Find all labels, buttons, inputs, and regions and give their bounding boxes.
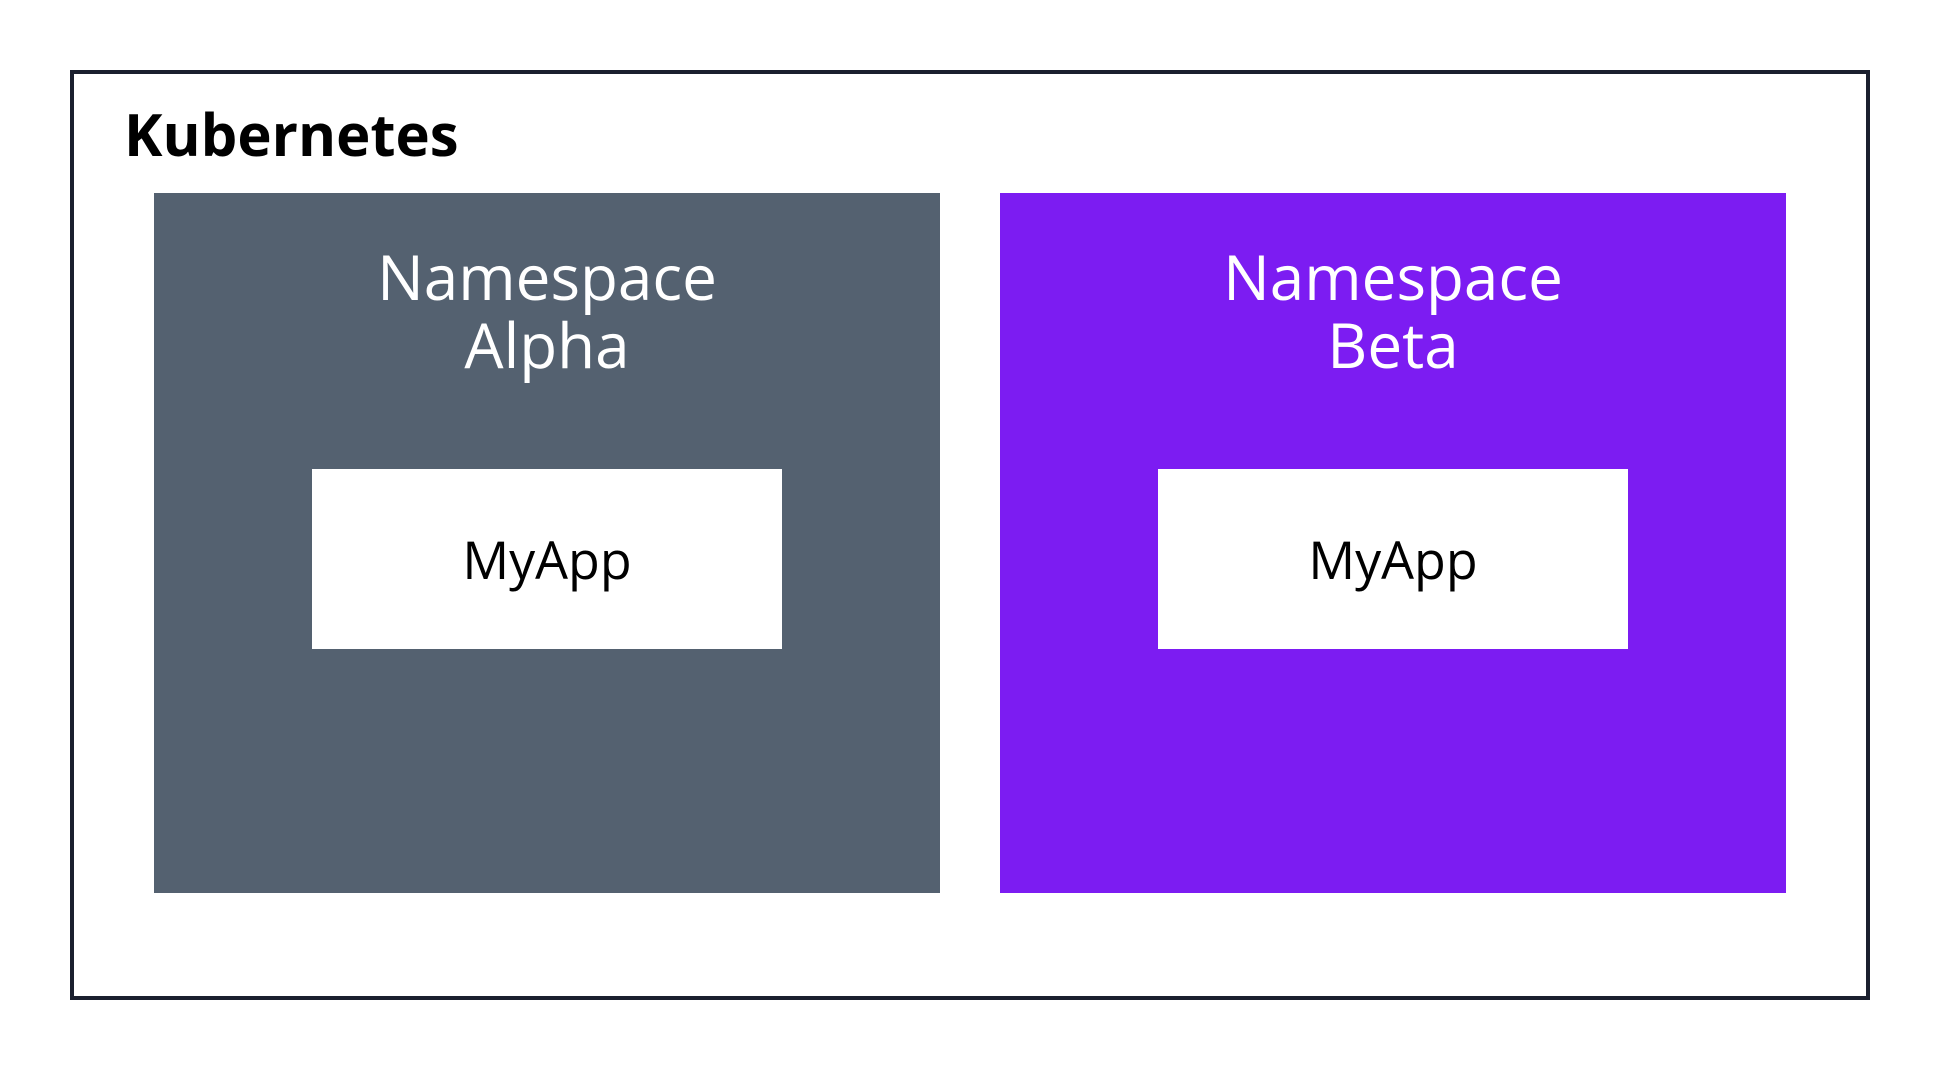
kubernetes-title: Kubernetes: [124, 94, 1826, 173]
namespace-beta-title-line2: Beta: [1327, 303, 1458, 387]
namespace-beta-app-box: MyApp: [1158, 469, 1628, 649]
namespace-alpha-box: Namespace Alpha MyApp: [154, 193, 940, 893]
namespace-alpha-app-box: MyApp: [312, 469, 782, 649]
namespace-alpha-title: Namespace Alpha: [377, 243, 717, 379]
namespaces-row: Namespace Alpha MyApp Namespace Beta MyA…: [114, 193, 1826, 893]
namespace-alpha-app-label: MyApp: [462, 524, 631, 595]
namespace-beta-box: Namespace Beta MyApp: [1000, 193, 1786, 893]
kubernetes-frame: Kubernetes Namespace Alpha MyApp Namespa…: [70, 70, 1870, 1000]
namespace-alpha-title-line2: Alpha: [464, 303, 629, 387]
namespace-beta-app-label: MyApp: [1308, 524, 1477, 595]
namespace-beta-title: Namespace Beta: [1223, 243, 1563, 379]
